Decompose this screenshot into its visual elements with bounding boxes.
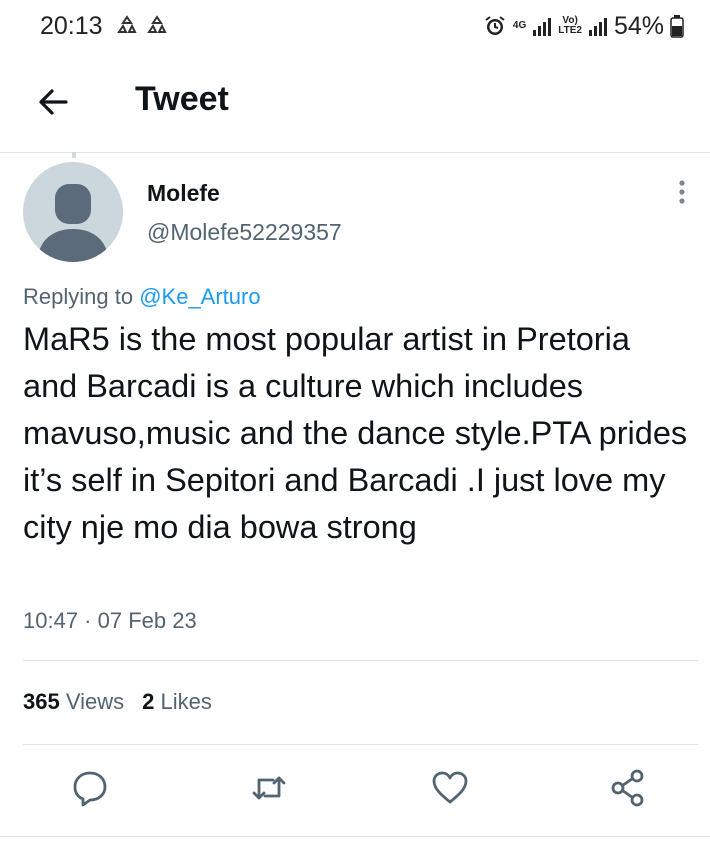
volte-tag-group: Vo) LTE2 xyxy=(558,16,582,36)
author-handle[interactable]: @Molefe52229357 xyxy=(147,219,342,246)
sync-icon xyxy=(117,15,137,33)
divider xyxy=(23,660,698,661)
reply-mention-link[interactable]: @Ke_Arturo xyxy=(139,284,260,309)
page-title: Tweet xyxy=(135,80,229,118)
share-icon[interactable] xyxy=(608,768,648,808)
network-type-tag: 4G xyxy=(512,20,527,31)
thread-connector xyxy=(72,152,76,158)
battery-percent: 54% xyxy=(613,11,664,40)
avatar[interactable] xyxy=(23,162,123,262)
lte-tag: LTE2 xyxy=(558,25,582,36)
likes-count: 2 xyxy=(142,689,155,714)
likes-stat[interactable]: 2 Likes xyxy=(142,689,212,714)
divider xyxy=(0,836,710,837)
replying-prefix: Replying to xyxy=(23,284,134,309)
signal-icon xyxy=(533,18,552,36)
heart-icon[interactable] xyxy=(430,768,470,808)
default-user-icon xyxy=(37,184,109,262)
views-stat[interactable]: 365 Views xyxy=(23,689,124,714)
status-time: 20:13 xyxy=(40,12,103,40)
more-vertical-icon[interactable] xyxy=(672,178,692,208)
top-app-bar: Tweet xyxy=(0,60,710,153)
status-bar: 20:13 4G Vo) LTE2 54% xyxy=(0,0,710,52)
divider xyxy=(23,744,698,745)
battery-icon xyxy=(670,15,684,38)
reply-icon[interactable] xyxy=(70,768,110,808)
author-name[interactable]: Molefe xyxy=(147,180,220,207)
replying-to-line: Replying to @Ke_Arturo xyxy=(23,284,261,310)
signal-icon xyxy=(588,18,607,36)
tweet-text: MaR5 is the most popular artist in Preto… xyxy=(23,321,688,545)
views-label: Views xyxy=(65,689,125,714)
alarm-icon xyxy=(485,16,505,35)
arrow-left-icon[interactable] xyxy=(34,82,74,122)
likes-label: Likes xyxy=(160,689,212,714)
sync-icon xyxy=(147,15,167,33)
tweet-stats: 365 Views 2 Likes xyxy=(23,689,212,715)
retweet-icon[interactable] xyxy=(249,768,289,808)
tweet-timestamp[interactable]: 10:47 · 07 Feb 23 xyxy=(23,608,197,634)
status-icons: 4G Vo) LTE2 54% xyxy=(483,10,684,42)
views-count: 365 xyxy=(23,689,60,714)
